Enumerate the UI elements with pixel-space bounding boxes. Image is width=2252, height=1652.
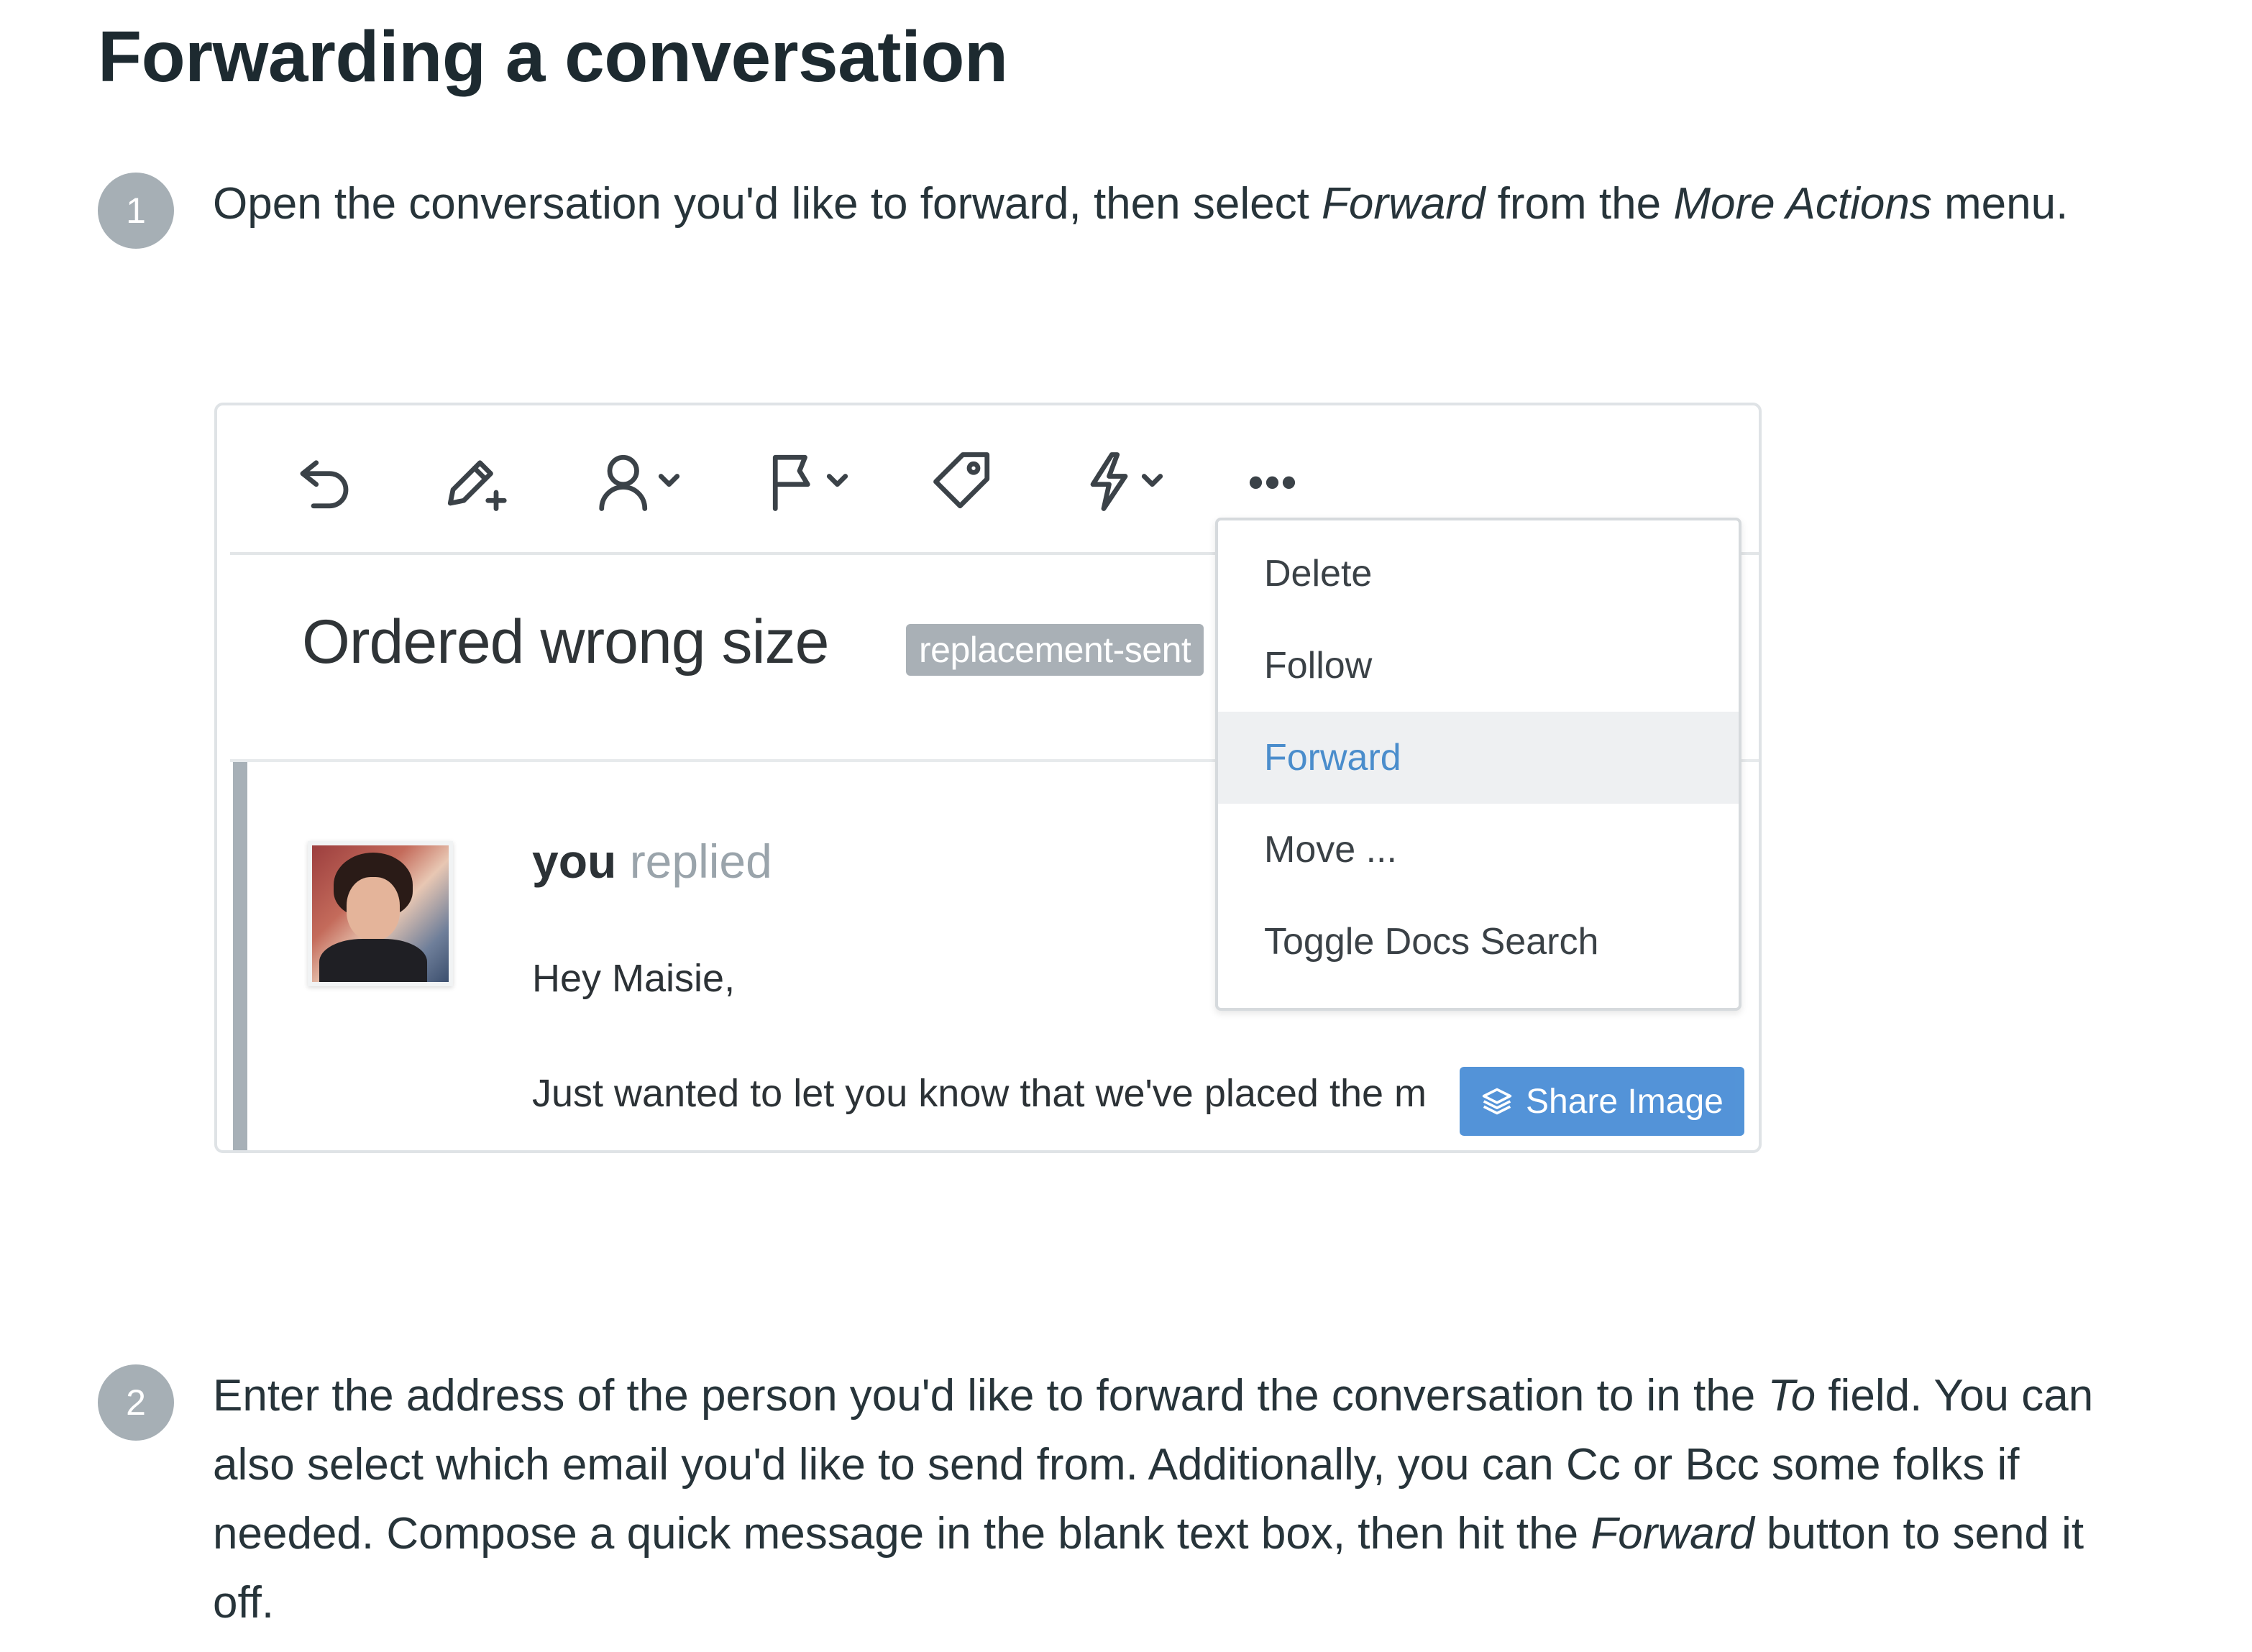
- step-2-text: Enter the address of the person you'd li…: [213, 1362, 2140, 1638]
- workflow-lightning-icon[interactable]: [1079, 446, 1172, 518]
- step-2-badge: 2: [98, 1364, 174, 1441]
- message-left-rule: [233, 762, 247, 1150]
- menu-item-toggle-docs-search[interactable]: Toggle Docs Search: [1218, 896, 1739, 988]
- step-1-text: Open the conversation you'd like to forw…: [213, 170, 2140, 239]
- page-title: Forwarding a conversation: [98, 17, 1008, 97]
- tag-icon[interactable]: [930, 446, 995, 518]
- message-greeting: Hey Maisie,: [532, 957, 736, 1000]
- step-2-text-a: Enter the address of the person you'd li…: [213, 1371, 1768, 1421]
- flag-icon[interactable]: [764, 446, 857, 518]
- step-1-text-a: Open the conversation you'd like to forw…: [213, 179, 1322, 229]
- reply-author: you: [532, 835, 617, 888]
- reply-action: replied: [629, 835, 772, 888]
- undo-icon[interactable]: [292, 446, 357, 518]
- conversation-subject: Ordered wrong size: [302, 607, 829, 676]
- step-1-text-c: menu.: [1931, 179, 2069, 229]
- share-image-button[interactable]: Share Image: [1460, 1067, 1744, 1136]
- menu-item-move[interactable]: Move ...: [1218, 804, 1739, 896]
- step-1-forward-emphasis: Forward: [1322, 179, 1486, 229]
- conversation-screenshot: ••• Ordered wrong size replacement-sent …: [214, 403, 1762, 1153]
- layers-icon: [1482, 1088, 1512, 1115]
- edit-plus-icon[interactable]: [439, 446, 511, 518]
- share-image-label: Share Image: [1526, 1082, 1724, 1121]
- step-2-to-emphasis: To: [1767, 1371, 1816, 1421]
- conversation-tag[interactable]: replacement-sent: [906, 624, 1204, 676]
- assign-user-icon[interactable]: [595, 446, 689, 518]
- menu-item-follow[interactable]: Follow: [1218, 620, 1739, 712]
- menu-item-delete[interactable]: Delete: [1218, 528, 1739, 620]
- message-body: Just wanted to let you know that we've p…: [532, 1072, 1427, 1115]
- more-actions-icon[interactable]: •••: [1248, 457, 1298, 507]
- menu-item-forward[interactable]: Forward: [1218, 712, 1739, 804]
- step-1-more-actions-emphasis: More Actions: [1673, 179, 1932, 229]
- reply-header: you replied: [532, 834, 772, 889]
- step-2-forward-emphasis: Forward: [1590, 1509, 1754, 1559]
- more-actions-menu: Delete Follow Forward Move ... Toggle Do…: [1215, 518, 1741, 1011]
- avatar: [308, 841, 453, 986]
- step-1-badge: 1: [98, 173, 174, 249]
- step-1-text-b: from the: [1485, 179, 1674, 229]
